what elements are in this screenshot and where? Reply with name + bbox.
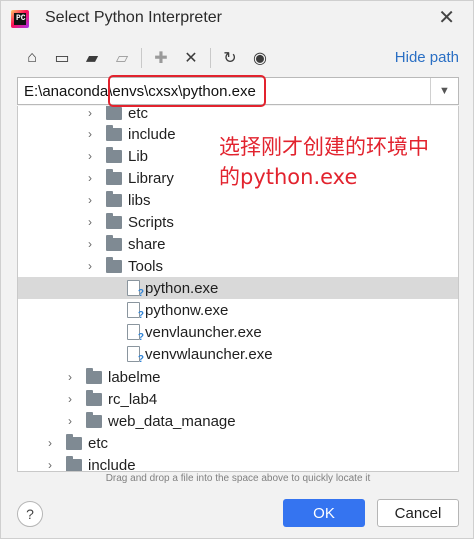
tree-file-row[interactable]: venvlauncher.exe	[18, 321, 458, 343]
chevron-right-icon[interactable]: ›	[64, 414, 76, 428]
toolbar: ⌂ ▭ ▰ ▱ ✚ ✕ ↻ ◉	[17, 45, 317, 71]
tree-item-label: labelme	[108, 368, 161, 386]
tree-folder-row[interactable]: › web_data_manage	[18, 410, 458, 432]
tree-item-label: Scripts	[128, 213, 174, 231]
tree-folder-row[interactable]: › rc_lab4	[18, 388, 458, 410]
tree-item-label: python.exe	[145, 279, 219, 297]
folder-icon	[106, 146, 122, 163]
chevron-right-icon[interactable]: ›	[84, 149, 96, 163]
tree-item-label: libs	[128, 191, 151, 209]
tree-folder-row[interactable]: › labelme	[18, 366, 458, 388]
chevron-right-icon[interactable]: ›	[84, 127, 96, 141]
folder-icon	[106, 124, 122, 141]
tree-item-label: include	[128, 125, 176, 143]
home-icon[interactable]: ⌂	[17, 45, 47, 71]
annotation-line-2: 的python.exe	[219, 165, 358, 189]
folder-icon	[106, 106, 122, 120]
chevron-right-icon[interactable]: ›	[84, 237, 96, 251]
chevron-down-icon[interactable]: ▼	[430, 78, 458, 104]
path-field: ▼	[17, 77, 459, 105]
ok-button[interactable]: OK	[283, 499, 365, 527]
unknown-file-icon	[127, 280, 144, 299]
unknown-file-icon	[127, 302, 144, 321]
tree-item-label: Library	[128, 169, 174, 187]
tree-folder-row[interactable]: › etc	[18, 432, 458, 454]
tree-folder-row[interactable]: › Tools	[18, 255, 458, 277]
help-button[interactable]: ?	[17, 501, 43, 527]
show-hidden-icon[interactable]: ◉	[245, 45, 275, 71]
tree-folder-row[interactable]: › etc	[18, 106, 458, 124]
toolbar-divider	[210, 48, 211, 68]
unknown-file-icon	[127, 324, 144, 343]
refresh-icon[interactable]: ↻	[215, 45, 245, 71]
tree-item-label: etc	[88, 434, 109, 452]
drag-drop-hint: Drag and drop a file into the space abov…	[105, 473, 371, 484]
chevron-right-icon[interactable]: ›	[44, 436, 56, 450]
folder-icon	[106, 256, 122, 273]
folder-icon	[66, 455, 82, 471]
project-folder-icon[interactable]: ▰	[77, 45, 107, 71]
tree-item-label: include	[88, 456, 136, 472]
chevron-right-icon[interactable]: ›	[84, 193, 96, 207]
folder-icon	[86, 411, 102, 428]
tree-item-label: web_data_manage	[108, 412, 236, 430]
close-icon[interactable]: ✕	[438, 5, 455, 30]
tree-file-row[interactable]: python.exe	[18, 277, 458, 299]
desktop-icon[interactable]: ▭	[47, 45, 77, 71]
delete-icon[interactable]: ✕	[176, 45, 206, 71]
module-folder-icon[interactable]: ▱	[107, 45, 137, 71]
folder-icon	[86, 367, 102, 384]
chevron-right-icon[interactable]: ›	[84, 259, 96, 273]
annotation-line-1: 选择刚才创建的环境中	[219, 135, 429, 159]
tree-item-label: etc	[128, 106, 149, 122]
pycharm-logo-icon: PC	[11, 10, 29, 28]
tree-file-row[interactable]: pythonw.exe	[18, 299, 458, 321]
new-folder-icon[interactable]: ✚	[146, 45, 176, 71]
path-input[interactable]	[18, 78, 430, 104]
cancel-button[interactable]: Cancel	[377, 499, 459, 527]
folder-icon	[66, 433, 82, 450]
dialog-window: PC Select Python Interpreter ✕ ⌂ ▭ ▰ ▱ ✚…	[0, 0, 474, 539]
hide-path-link[interactable]: Hide path	[395, 49, 459, 66]
chevron-right-icon[interactable]: ›	[84, 215, 96, 229]
tree-folder-row[interactable]: › Scripts	[18, 211, 458, 233]
toolbar-divider	[141, 48, 142, 68]
tree-item-label: Lib	[128, 147, 149, 165]
tree-folder-row[interactable]: › include	[18, 454, 458, 472]
chevron-right-icon[interactable]: ›	[84, 106, 96, 120]
tree-item-label: rc_lab4	[108, 390, 158, 408]
tree-item-label: venvwlauncher.exe	[145, 345, 273, 363]
folder-icon	[106, 234, 122, 251]
folder-icon	[106, 168, 122, 185]
folder-icon	[86, 389, 102, 406]
tree-item-label: Tools	[128, 257, 164, 275]
annotation-text: 选择刚才创建的环境中 的python.exe	[219, 132, 469, 192]
unknown-file-icon	[127, 346, 144, 365]
tree-item-label: pythonw.exe	[145, 301, 229, 319]
folder-icon	[106, 190, 122, 207]
chevron-right-icon[interactable]: ›	[84, 171, 96, 185]
chevron-right-icon[interactable]: ›	[64, 392, 76, 406]
dialog-title: Select Python Interpreter	[45, 9, 222, 26]
title-bar: PC Select Python Interpreter ✕	[1, 1, 473, 37]
tree-folder-row[interactable]: › libs	[18, 189, 458, 211]
chevron-right-icon[interactable]: ›	[64, 370, 76, 384]
chevron-right-icon[interactable]: ›	[44, 458, 56, 471]
folder-icon	[106, 212, 122, 229]
tree-folder-row[interactable]: › share	[18, 233, 458, 255]
tree-file-row[interactable]: venvwlauncher.exe	[18, 343, 458, 365]
tree-item-label: venvlauncher.exe	[145, 323, 262, 341]
tree-item-label: share	[128, 235, 166, 253]
